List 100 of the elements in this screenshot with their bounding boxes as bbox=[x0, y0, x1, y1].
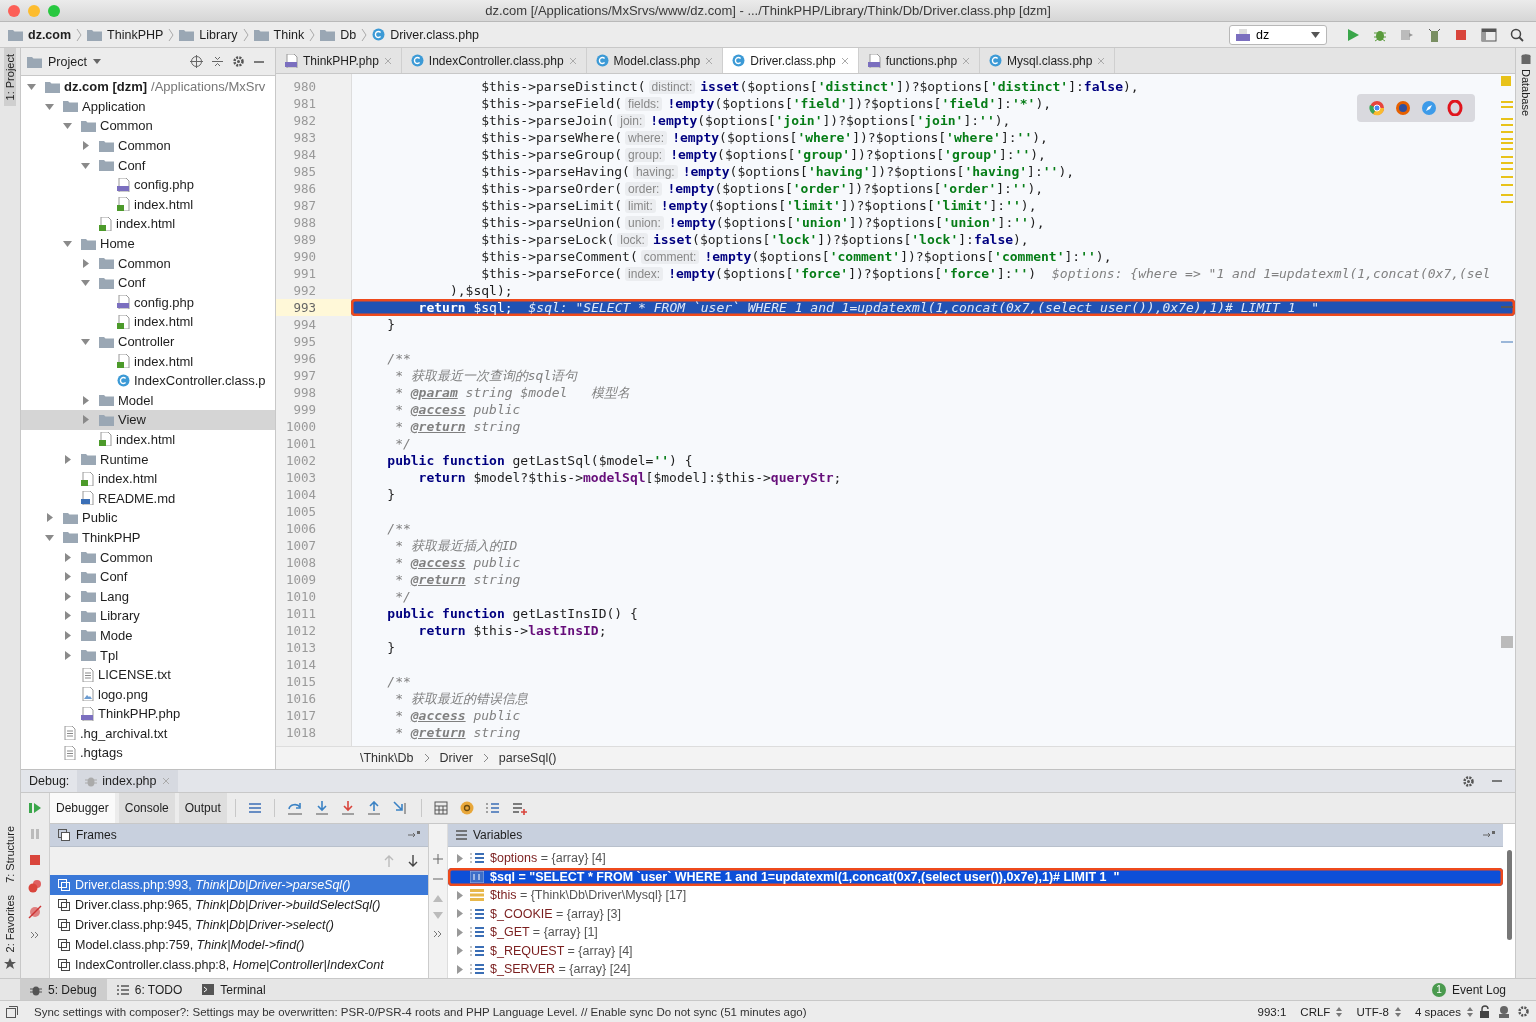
collapsed-arrow-icon[interactable] bbox=[456, 890, 464, 900]
editor-tab[interactable]: functions.php bbox=[858, 48, 981, 73]
close-icon[interactable] bbox=[705, 56, 714, 65]
maximize-icon[interactable] bbox=[48, 5, 60, 17]
collapsed-arrow-icon[interactable] bbox=[456, 927, 464, 937]
settings-icon[interactable] bbox=[1462, 774, 1475, 788]
run-to-cursor-icon[interactable] bbox=[392, 801, 409, 815]
at-sign-icon[interactable] bbox=[459, 801, 474, 815]
collapsed-arrow-icon[interactable] bbox=[456, 964, 464, 974]
tree-row[interactable]: index.html bbox=[21, 214, 275, 234]
expanded-arrow-icon[interactable] bbox=[81, 160, 90, 170]
frame-row[interactable]: Model.class.php:759, Think|Model->find() bbox=[50, 935, 428, 955]
breadcrumb-item[interactable]: parseSql() bbox=[498, 751, 557, 765]
debugger-tab[interactable]: Console bbox=[118, 793, 175, 823]
tree-row[interactable]: Conf bbox=[21, 566, 275, 587]
tree-row[interactable]: index.html bbox=[21, 468, 275, 489]
status-item[interactable]: CRLF bbox=[1300, 1005, 1331, 1018]
tree-row[interactable]: Common bbox=[21, 253, 275, 273]
breadcrumb-item[interactable]: dz.com bbox=[8, 27, 72, 42]
run-configuration-dropdown[interactable]: dz bbox=[1229, 24, 1327, 45]
collapsed-arrow-icon[interactable] bbox=[63, 630, 72, 640]
event-log-tab[interactable]: 1 Event Log bbox=[1421, 979, 1516, 1000]
tree-row[interactable]: Library bbox=[21, 606, 275, 626]
debugger-tab[interactable]: Output bbox=[178, 793, 227, 823]
tree-row[interactable]: README.md bbox=[21, 488, 275, 509]
collapsed-arrow-icon[interactable] bbox=[456, 853, 464, 863]
collapsed-arrow-icon[interactable] bbox=[63, 650, 72, 660]
stop-icon[interactable] bbox=[1454, 27, 1468, 42]
tool-window-tab[interactable]: 6: TODO bbox=[106, 979, 193, 1000]
editor-tab[interactable]: Mysql.class.php bbox=[980, 48, 1116, 73]
session-tab[interactable]: index.php bbox=[77, 770, 178, 792]
tree-row[interactable]: config.php bbox=[21, 292, 275, 313]
tree-row[interactable]: .hg_archival.txt bbox=[21, 723, 275, 744]
expanded-arrow-icon[interactable] bbox=[63, 239, 72, 249]
coverage-icon[interactable] bbox=[1400, 27, 1414, 42]
more-icon[interactable] bbox=[30, 931, 40, 939]
numbered-list-icon[interactable] bbox=[485, 801, 500, 815]
expanded-arrow-icon[interactable] bbox=[81, 278, 90, 288]
collapsed-arrow-icon[interactable] bbox=[63, 611, 72, 621]
collapsed-arrow-icon[interactable] bbox=[456, 946, 464, 956]
variable-row[interactable]: $options = {array} [4] bbox=[448, 849, 1503, 868]
tree-row[interactable]: Conf bbox=[21, 272, 275, 293]
variable-row[interactable]: $_COOKIE = {array} [3] bbox=[448, 904, 1503, 923]
breadcrumb-item[interactable]: Driver bbox=[439, 751, 473, 765]
status-item[interactable]: 993:1 bbox=[1257, 1005, 1287, 1018]
add-watch-icon[interactable] bbox=[511, 801, 528, 815]
breadcrumb-item[interactable]: Db bbox=[320, 27, 357, 42]
tree-row[interactable]: index.html bbox=[21, 194, 275, 215]
editor-tab[interactable]: ThinkPHP.php bbox=[276, 48, 402, 73]
tree-row[interactable]: Common bbox=[21, 547, 275, 567]
close-icon[interactable] bbox=[840, 56, 849, 65]
collapse-icon[interactable] bbox=[211, 55, 224, 68]
editor-tab[interactable]: Driver.class.php bbox=[723, 48, 859, 73]
tree-row[interactable]: Public bbox=[21, 508, 275, 528]
browser-icon[interactable] bbox=[1421, 100, 1437, 116]
arrow-down-icon[interactable] bbox=[408, 855, 418, 867]
frame-row[interactable]: IndexController.class.php:8, Home|Controller|IndexCont bbox=[50, 955, 428, 975]
pin-icon[interactable] bbox=[1483, 831, 1495, 839]
settings-icon[interactable] bbox=[232, 55, 245, 68]
tree-row[interactable]: Model bbox=[21, 390, 275, 411]
breadcrumb-item[interactable]: Library bbox=[179, 27, 238, 42]
settings-icon[interactable] bbox=[1517, 1005, 1530, 1018]
close-icon[interactable] bbox=[962, 56, 971, 65]
tree-row[interactable]: Home bbox=[21, 233, 275, 254]
tree-row[interactable]: Common bbox=[21, 135, 275, 156]
tool-window-tab[interactable]: 5: Debug bbox=[20, 979, 107, 1000]
add-icon[interactable] bbox=[433, 854, 443, 864]
resume-icon[interactable] bbox=[28, 801, 42, 815]
status-item[interactable]: UTF-8 bbox=[1356, 1005, 1389, 1018]
tree-row[interactable]: .hgtags bbox=[21, 743, 275, 763]
expanded-arrow-icon[interactable] bbox=[27, 82, 36, 92]
breadcrumb-item[interactable]: Driver.class.php bbox=[372, 27, 480, 42]
browser-icon[interactable] bbox=[1395, 100, 1411, 116]
status-item[interactable]: 4 spaces bbox=[1414, 1005, 1461, 1018]
collapsed-arrow-icon[interactable] bbox=[63, 454, 72, 464]
tree-row[interactable]: Mode bbox=[21, 625, 275, 646]
collapsed-arrow-icon[interactable] bbox=[81, 395, 90, 405]
tree-row[interactable]: LICENSE.txt bbox=[21, 664, 275, 685]
browser-icon[interactable] bbox=[1447, 100, 1463, 116]
lock-icon[interactable] bbox=[1479, 1005, 1491, 1018]
variable-row[interactable]: $_REQUEST = {array} [4] bbox=[448, 941, 1503, 960]
expanded-arrow-icon[interactable] bbox=[45, 101, 54, 111]
close-icon[interactable] bbox=[383, 56, 392, 65]
browser-icon[interactable] bbox=[1369, 100, 1385, 116]
tree-row[interactable]: Common bbox=[21, 116, 275, 136]
variable-row[interactable]: $_SERVER = {array} [24] bbox=[448, 960, 1503, 979]
panel-title[interactable]: Project bbox=[27, 54, 101, 69]
tree-row[interactable]: index.html bbox=[21, 429, 275, 450]
editor-tab[interactable]: IndexController.class.php bbox=[401, 48, 587, 73]
tree-row[interactable]: config.php bbox=[21, 174, 275, 195]
run-icon[interactable] bbox=[1346, 27, 1360, 42]
variable-row[interactable]: $sql = "SELECT * FROM `user` WHERE 1 and 1=updatexml(1,concat(0x7,(select user()),0x7e),1)# LIMIT 1 " bbox=[448, 867, 1503, 886]
step-over-icon[interactable] bbox=[286, 801, 303, 815]
tree-row[interactable]: ThinkPHP.php bbox=[21, 704, 275, 724]
more-icon[interactable] bbox=[433, 930, 443, 938]
tree-row[interactable]: ThinkPHP bbox=[21, 527, 275, 548]
collapsed-arrow-icon[interactable] bbox=[81, 141, 90, 151]
force-step-into-icon[interactable] bbox=[340, 801, 355, 815]
stop-icon[interactable] bbox=[28, 853, 42, 867]
variable-row[interactable]: $this = {Think\Db\Driver\Mysql} [17] bbox=[448, 886, 1503, 905]
